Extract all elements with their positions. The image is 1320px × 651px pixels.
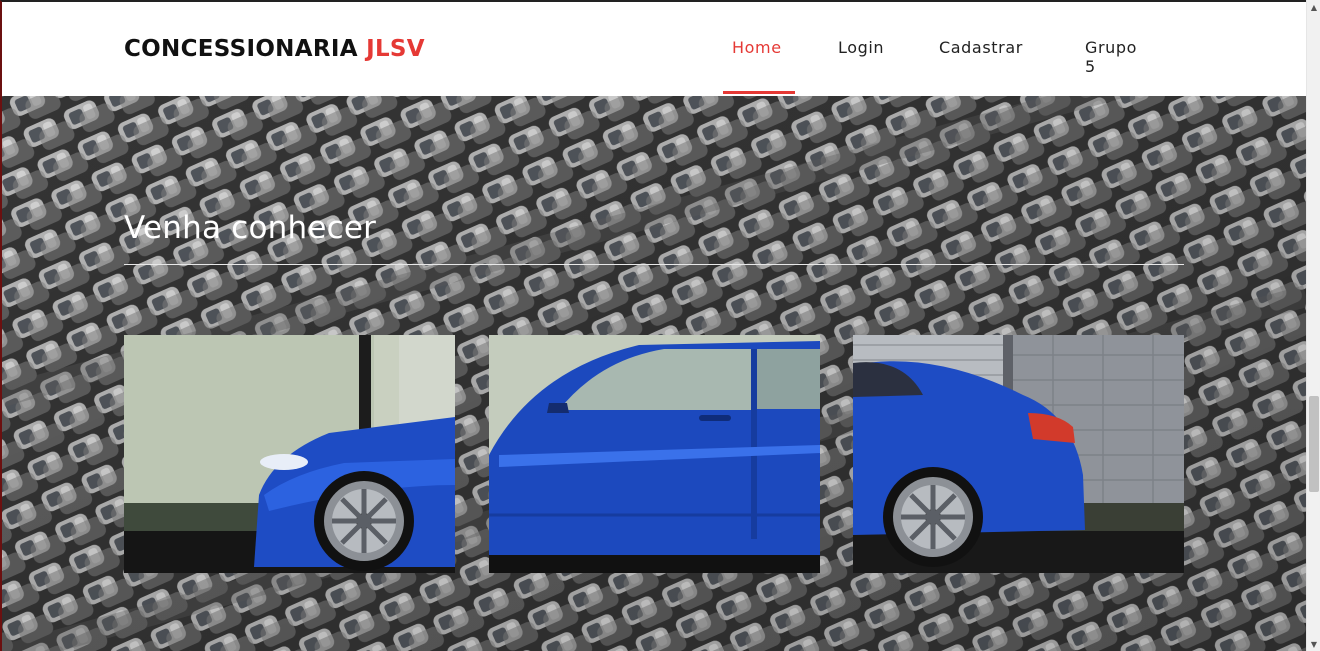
car-middle-image <box>489 335 820 573</box>
car-middle-photo[interactable] <box>489 335 820 573</box>
brand-logo[interactable]: CONCESSIONARIA JLSV <box>124 36 425 62</box>
car-rear-image <box>853 335 1184 573</box>
scroll-down-icon[interactable]: ▼ <box>1307 637 1320 651</box>
hero-title: Venha conhecer <box>124 210 377 246</box>
brand-name: CONCESSIONARIA <box>124 36 358 62</box>
nav-login[interactable]: Login <box>838 38 884 57</box>
nav-grupo-5[interactable]: Grupo 5 <box>1085 38 1137 76</box>
car-rear-photo[interactable] <box>853 335 1184 573</box>
nav-active-indicator <box>723 91 795 94</box>
hero-section: Venha conhecer <box>2 96 1306 651</box>
scrollbar-thumb[interactable] <box>1309 396 1319 492</box>
nav-home[interactable]: Home <box>732 38 782 57</box>
car-front-photo[interactable] <box>124 335 455 573</box>
scroll-up-icon[interactable]: ▲ <box>1307 0 1320 14</box>
brand-accent: JLSV <box>366 36 425 62</box>
nav-cadastrar[interactable]: Cadastrar <box>939 38 1023 57</box>
page-scrollbar[interactable]: ▲ ▼ <box>1306 0 1320 651</box>
site-header: CONCESSIONARIA JLSV Home Login Cadastrar… <box>2 2 1306 96</box>
car-front-image <box>124 335 455 573</box>
hero-divider <box>124 264 1184 265</box>
